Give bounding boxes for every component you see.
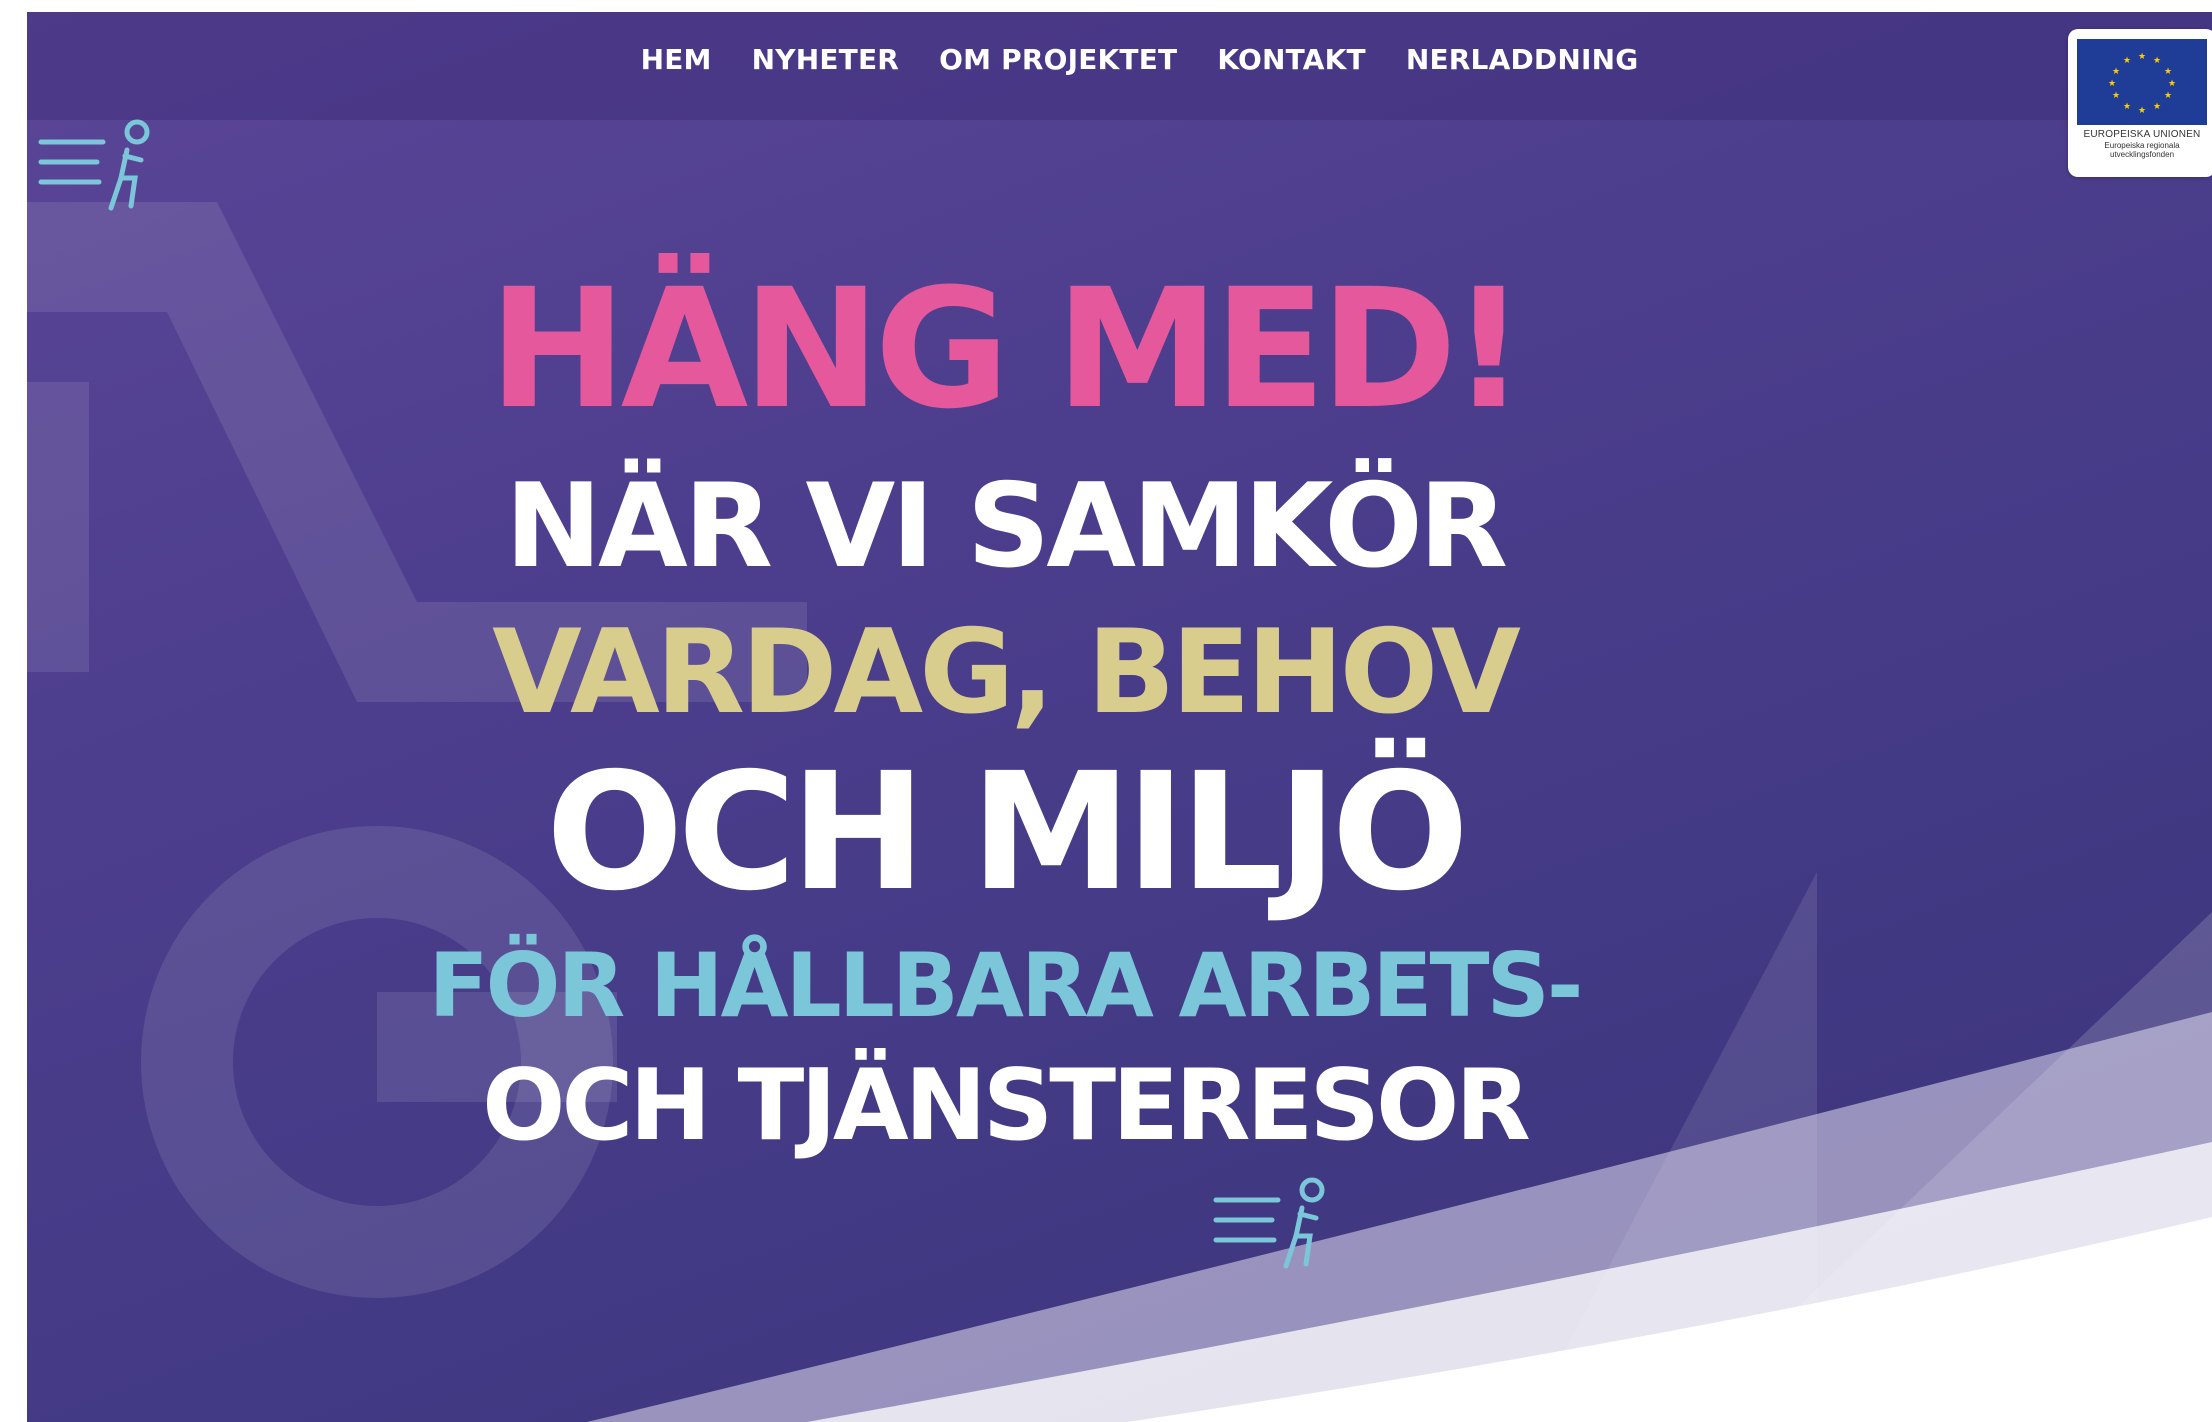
headline-line-5: FÖR HÅLLBARA ARBETS- bbox=[428, 934, 1584, 1037]
headline-line-4: OCH MILJÖ bbox=[545, 739, 1469, 927]
runner-speed-icon-bottom bbox=[1213, 1177, 1325, 1269]
headline-line-6: OCH TJÄNSTERESOR bbox=[482, 1049, 1531, 1163]
hero-headline: HÄNG MED! NÄR VI SAMKÖR VARDAG, BEHOV OC… bbox=[27, 12, 2212, 1422]
headline-line-1: HÄNG MED! bbox=[488, 253, 1527, 445]
headline-line-3: VARDAG, BEHOV bbox=[492, 605, 1521, 740]
headline-line-2: NÄR VI SAMKÖR bbox=[504, 459, 1508, 594]
hero-page: HEM NYHETER OM PROJEKTET KONTAKT NERLADD… bbox=[27, 12, 2212, 1422]
